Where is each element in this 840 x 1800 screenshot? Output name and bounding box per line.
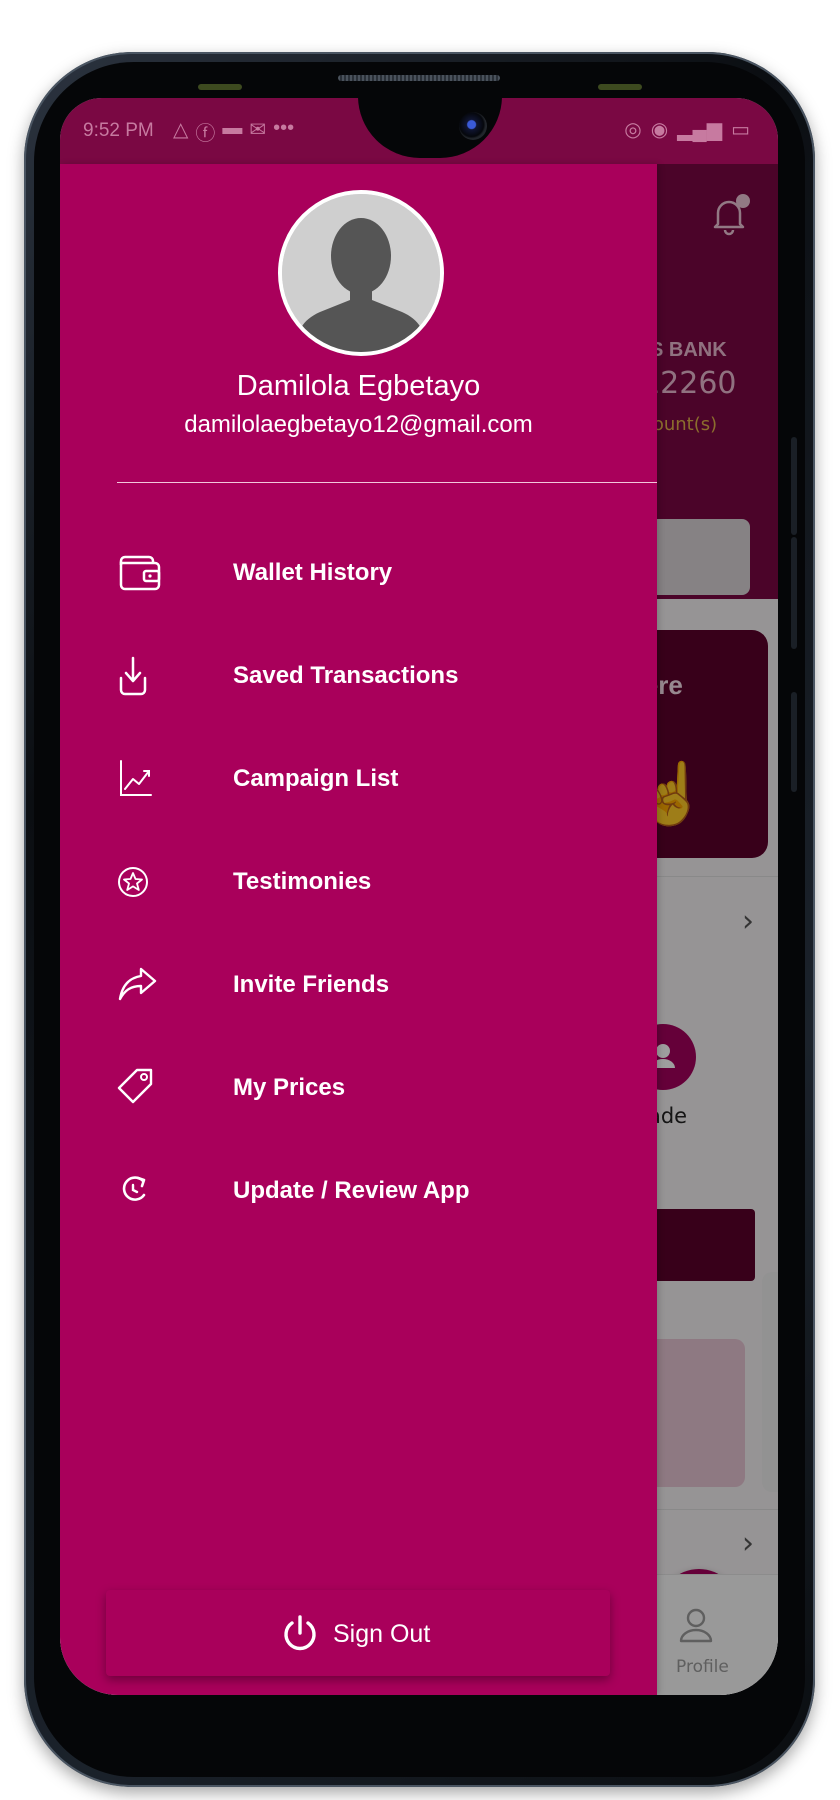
power-button	[791, 537, 797, 649]
status-time: 9:52 PM	[83, 120, 154, 141]
sensor	[598, 84, 642, 90]
chart-line-icon	[120, 760, 152, 796]
menu-item-invite-friends[interactable]: Invite Friends	[60, 949, 657, 1021]
menu-label-testimonies: Testimonies	[233, 868, 372, 895]
menu-label-my-prices: My Prices	[233, 1074, 346, 1101]
avatar[interactable]	[278, 190, 444, 356]
drawer-divider	[117, 482, 657, 483]
location-icon: ◎	[624, 119, 642, 141]
navigation-drawer: Damilola Egbetayo damilolaegbetayo12@gma…	[60, 164, 657, 1695]
menu-label-update-review-app: Update / Review App	[233, 1177, 470, 1204]
menu-label-campaign-list: Campaign List	[233, 765, 399, 792]
side-button	[791, 692, 797, 792]
front-camera	[459, 112, 487, 140]
phone-screen: OUS BANK 712260 account(s) Here rt ☝ › g…	[60, 98, 778, 1695]
hotspot-icon: ◉	[650, 119, 669, 141]
sensor	[198, 84, 242, 90]
user-name: Damilola Egbetayo	[236, 370, 481, 402]
signal-icon: ▂▄▆	[677, 119, 723, 141]
warning-icon: △	[173, 119, 189, 141]
power-icon	[284, 1615, 316, 1651]
status-system-icons: ◎ ◉ ▂▄▆ ▭	[624, 117, 750, 142]
menu-item-my-prices[interactable]: My Prices	[60, 1052, 657, 1124]
sign-out-button[interactable]: Sign Out	[106, 1590, 610, 1676]
facebook-icon: ⓕ	[195, 123, 216, 145]
share-arrow-icon	[118, 967, 157, 1001]
refresh-clock-icon	[122, 1176, 146, 1201]
wallet-icon	[119, 555, 161, 591]
user-email: damilolaegbetayo12@gmail.com	[184, 411, 533, 438]
default-user-icon	[282, 194, 440, 352]
menu-label-invite-friends: Invite Friends	[233, 971, 390, 998]
more-dots-icon: •••	[273, 117, 295, 139]
menu-item-campaign-list[interactable]: Campaign List	[60, 743, 657, 815]
sign-out-label: Sign Out	[333, 1620, 431, 1648]
menu-item-wallet-history[interactable]: Wallet History	[60, 537, 657, 609]
price-tag-icon	[117, 1068, 153, 1104]
star-badge-icon	[118, 867, 148, 897]
gmail-icon: ✉	[249, 119, 267, 141]
status-notification-icons: △ ⓕ ▬ ✉ •••	[173, 117, 294, 146]
menu-label-wallet-history: Wallet History	[233, 559, 393, 586]
status-bar: 9:52 PM △ ⓕ ▬ ✉ ••• ◎ ◉ ▂▄▆ ▭	[60, 98, 778, 164]
download-icon	[119, 656, 147, 696]
menu-label-saved-transactions: Saved Transactions	[233, 662, 459, 689]
menu-item-update-review-app[interactable]: Update / Review App	[60, 1155, 657, 1227]
earpiece-speaker	[338, 75, 500, 81]
message-icon: ▬	[222, 117, 243, 139]
menu-item-saved-transactions[interactable]: Saved Transactions	[60, 640, 657, 712]
menu-item-testimonies[interactable]: Testimonies	[60, 846, 657, 918]
volume-button	[791, 437, 797, 535]
battery-icon: ▭	[731, 119, 750, 141]
